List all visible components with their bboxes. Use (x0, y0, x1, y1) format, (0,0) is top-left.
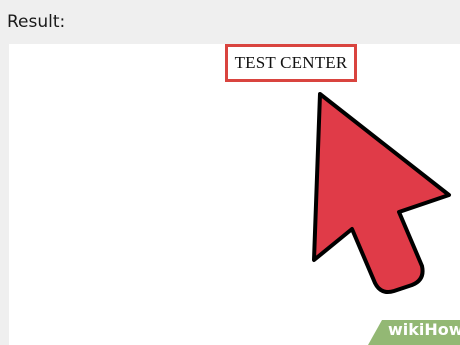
test-center-label: TEST CENTER (234, 53, 348, 72)
result-label: Result: (7, 12, 66, 32)
watermark-how: How (424, 320, 460, 339)
result-panel (9, 44, 460, 345)
wikihow-watermark-logo: wikiHow (388, 322, 460, 338)
test-center-text-box: TEST CENTER (225, 44, 357, 82)
watermark-wiki: wiki (388, 320, 425, 339)
